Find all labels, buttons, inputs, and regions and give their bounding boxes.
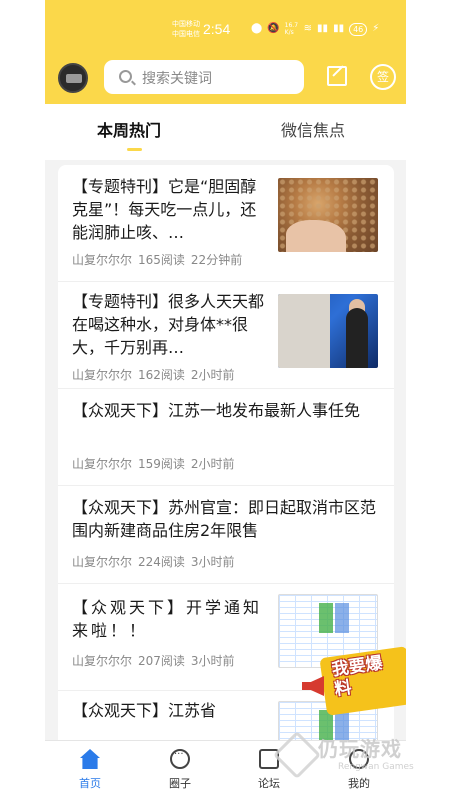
article-author: 山复尔尔尔 xyxy=(72,253,133,267)
article-title[interactable]: 【众观天下】苏州官宣：即日起取消市区范围内新建商品住房2年限售 xyxy=(72,496,382,542)
article-meta: 山复尔尔尔 162阅读 2小时前 xyxy=(72,366,241,383)
app-screen: 中国移动 中国电信 2:54 ⬤ 🔕 16.7 K/s ≋ ▮▮ ▮▮ 46 ⚡… xyxy=(45,0,406,800)
article-reads: 207阅读 xyxy=(138,654,185,668)
nav-home[interactable]: 首页 xyxy=(60,749,120,791)
article-thumbnail[interactable] xyxy=(278,178,378,252)
clock: 2:54 xyxy=(203,21,231,37)
carrier-1: 中国移动 xyxy=(172,20,200,28)
signal-icon-2: ▮▮ xyxy=(333,23,345,34)
nav-home-label: 首页 xyxy=(79,777,101,790)
article-time: 2小时前 xyxy=(190,457,235,471)
article-time: 3小时前 xyxy=(190,654,235,668)
article-reads: 162阅读 xyxy=(138,368,185,382)
net-speed: 16.7 K/s xyxy=(284,22,299,36)
article-thumbnail[interactable] xyxy=(278,294,378,368)
chat-circle-icon xyxy=(170,749,190,769)
list-item[interactable]: 【专题特刊】很多人天天都在喝这种水，对身体**很大，千万别再… 山复尔尔尔 162… xyxy=(58,282,394,389)
status-icons: ⬤ 🔕 16.7 K/s ≋ ▮▮ ▮▮ 46 ⚡ xyxy=(251,22,379,36)
article-reads: 224阅读 xyxy=(138,555,185,569)
article-author: 山复尔尔尔 xyxy=(72,555,133,569)
article-meta: 山复尔尔尔 207阅读 3小时前 xyxy=(72,652,241,669)
article-reads: 159阅读 xyxy=(138,457,185,471)
nav-forum-label: 论坛 xyxy=(258,777,280,790)
wifi-icon: ≋ xyxy=(303,23,313,34)
article-time: 2小时前 xyxy=(190,368,235,382)
tab-weekly-hot[interactable]: 本周热门 xyxy=(97,117,161,141)
charging-icon: ⚡ xyxy=(372,23,380,34)
top-header: 中国移动 中国电信 2:54 ⬤ 🔕 16.7 K/s ≋ ▮▮ ▮▮ 46 ⚡… xyxy=(45,0,406,104)
search-icon xyxy=(119,70,132,83)
watermark-title: 仍玩游戏 xyxy=(318,737,402,761)
report-badge-label[interactable]: 我要爆料 xyxy=(331,652,396,700)
article-meta: 山复尔尔尔 159阅读 2小时前 xyxy=(72,455,241,472)
article-time: 22分钟前 xyxy=(190,253,243,267)
article-title[interactable]: 【众观天下】江苏省 xyxy=(72,699,267,722)
article-author: 山复尔尔尔 xyxy=(72,654,133,668)
mute-icon: 🔕 xyxy=(267,23,280,34)
tab-wechat-focus[interactable]: 微信焦点 xyxy=(281,117,345,141)
location-icon: ⬤ xyxy=(251,23,263,34)
list-item[interactable]: 【专题特刊】它是“胆固醇克星”！每天吃一点儿，还能润肺止咳、… 山复尔尔尔 165… xyxy=(58,165,394,282)
carrier-2: 中国电信 xyxy=(172,30,200,38)
nav-me-label: 我的 xyxy=(348,777,370,790)
article-title[interactable]: 【专题特刊】很多人天天都在喝这种水，对身体**很大，千万别再… xyxy=(72,290,267,359)
article-title[interactable]: 【众观天下】开学通知来啦！！ xyxy=(72,596,267,642)
list-item[interactable]: 【众观天下】江苏一地发布最新人事任免 山复尔尔尔 159阅读 2小时前 xyxy=(58,389,394,486)
list-item[interactable]: 【众观天下】苏州官宣：即日起取消市区范围内新建商品住房2年限售 山复尔尔尔 224… xyxy=(58,486,394,584)
article-meta: 山复尔尔尔 165阅读 22分钟前 xyxy=(72,251,248,268)
signal-icon: ▮▮ xyxy=(317,23,329,34)
article-meta: 山复尔尔尔 224阅读 3小时前 xyxy=(72,553,241,570)
search-input[interactable]: 搜索关键词 xyxy=(142,68,212,88)
search-bar[interactable]: 搜索关键词 xyxy=(104,60,304,94)
battery-icon: 46 xyxy=(349,22,368,36)
sign-in-button[interactable]: 签 xyxy=(370,64,396,90)
tab-bar: 本周热门 微信焦点 xyxy=(45,104,406,160)
status-bar: 中国移动 中国电信 2:54 ⬤ 🔕 16.7 K/s ≋ ▮▮ ▮▮ 46 ⚡ xyxy=(45,18,406,42)
article-author: 山复尔尔尔 xyxy=(72,368,133,382)
article-author: 山复尔尔尔 xyxy=(72,457,133,471)
edit-icon[interactable] xyxy=(327,66,347,86)
home-icon xyxy=(80,749,100,769)
article-title[interactable]: 【专题特刊】它是“胆固醇克星”！每天吃一点儿，还能润肺止咳、… xyxy=(72,175,267,244)
avatar[interactable] xyxy=(58,63,88,93)
nav-circle[interactable]: 圈子 xyxy=(150,749,210,791)
article-title[interactable]: 【众观天下】江苏一地发布最新人事任免 xyxy=(72,399,382,422)
nav-circle-label: 圈子 xyxy=(169,777,191,790)
carrier-labels: 中国移动 中国电信 xyxy=(172,19,200,39)
watermark-subtitle: Rengwan Games xyxy=(338,762,414,772)
article-time: 3小时前 xyxy=(190,555,235,569)
active-tab-indicator xyxy=(127,148,142,151)
article-reads: 165阅读 xyxy=(138,253,185,267)
